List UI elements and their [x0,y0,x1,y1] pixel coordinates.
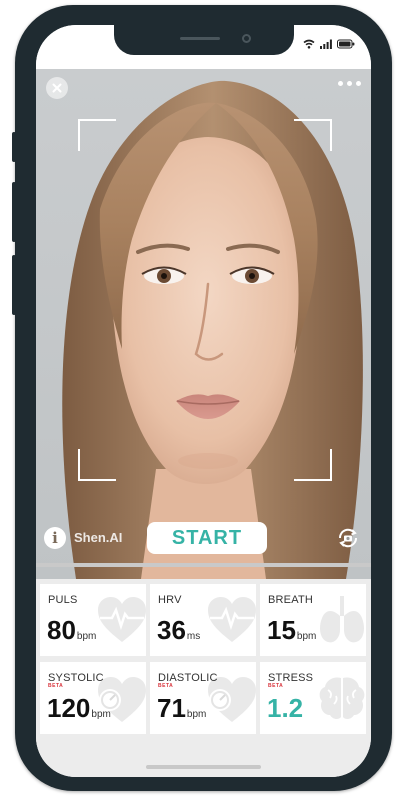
front-camera [242,34,251,43]
status-bar [36,25,371,69]
lungs-icon [320,596,364,643]
info-button[interactable]: i [44,527,66,549]
metric-value: 15 [267,615,296,645]
metric-tile-stress[interactable]: STRESS BETA 1.2 [260,662,366,734]
more-dot-icon [338,81,343,86]
face-frame-corner-top-left [78,119,116,151]
close-icon [52,83,62,93]
metric-tile-diastolic[interactable]: DIASTOLIC BETA 71bpm [150,662,256,734]
metrics-grid: PULS 80bpm HRV 36ms BREATH 15bpm SYSTOLI… [36,579,371,777]
metric-value-container: 36ms [157,615,200,646]
more-dot-icon [347,81,352,86]
beta-tag: BETA [48,683,64,689]
metric-tile-puls[interactable]: PULS 80bpm [40,584,146,656]
notch [114,25,294,55]
brand-label: Shen.AI [74,530,123,545]
beta-tag: BETA [158,683,174,689]
brain-icon [319,677,365,720]
metric-value-container: 15bpm [267,615,316,646]
metric-value: 120 [47,693,91,723]
face-frame-corner-bottom-right [294,449,332,481]
metric-unit: bpm [186,709,207,720]
side-button-volume-down [12,255,16,315]
close-button[interactable] [46,77,68,99]
metric-value-container: 71bpm [157,693,206,724]
metric-value-container: 120bpm [47,693,111,724]
metric-label: HRV [158,594,182,606]
switch-camera-button[interactable] [335,525,361,551]
scan-progress-bar [36,563,371,567]
metric-tile-systolic[interactable]: SYSTOLIC BETA 120bpm [40,662,146,734]
home-indicator[interactable] [146,765,261,769]
metric-unit: bpm [296,631,317,642]
info-icon: i [52,529,58,547]
metric-tile-breath[interactable]: BREATH 15bpm [260,584,366,656]
side-button-volume-up [12,182,16,242]
metric-value: 80 [47,615,76,645]
more-dot-icon [356,81,361,86]
metric-value: 1.2 [267,693,304,723]
face-frame-corner-top-right [294,119,332,151]
metric-value-container: 80bpm [47,615,96,646]
heart-pulse-icon [208,597,256,642]
metric-unit: ms [186,631,201,642]
metric-value: 71 [157,693,186,723]
start-button[interactable]: START [147,522,267,554]
heart-pulse-icon [98,597,146,642]
metric-tile-hrv[interactable]: HRV 36ms [150,584,256,656]
camera-preview: i Shen.AI START [36,69,371,579]
metric-value-container: 1.2 [267,693,304,724]
battery-icon [337,39,355,49]
signal-icon [320,39,332,49]
metric-value: 36 [157,615,186,645]
metric-unit: bpm [76,631,97,642]
face-frame-corner-bottom-left [78,449,116,481]
side-button-mute [12,132,16,162]
switch-camera-icon [338,528,358,548]
earpiece-speaker [180,37,220,40]
system-icons [303,39,355,49]
beta-tag: BETA [268,683,284,689]
metric-label: PULS [48,594,78,606]
more-options-button[interactable] [338,81,361,86]
metric-unit: bpm [91,709,111,720]
wifi-icon [303,39,315,49]
phone-screen: i Shen.AI START PULS 80bpm HRV 36ms BREA… [36,25,371,777]
metric-label: BREATH [268,594,314,606]
